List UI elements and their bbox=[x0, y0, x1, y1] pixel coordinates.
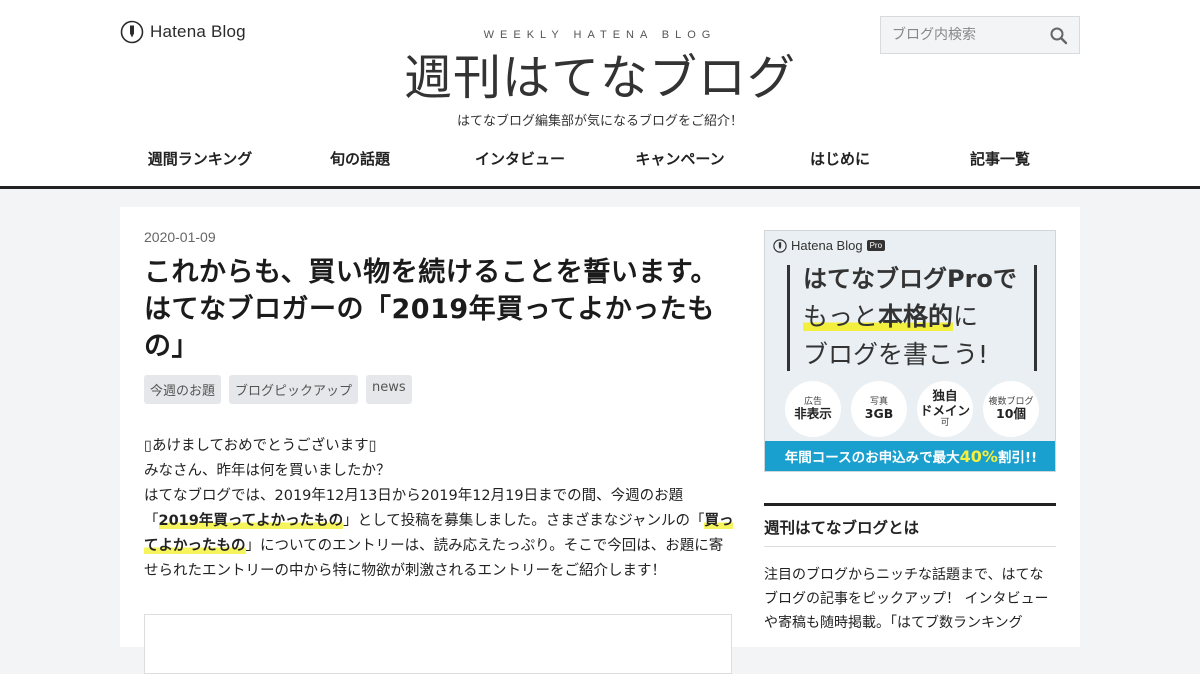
nav-item-article-list[interactable]: 記事一覧 bbox=[920, 148, 1080, 169]
feature-photo-storage: 写真 3GB bbox=[851, 381, 907, 437]
ad-discount-text: 割引!! bbox=[997, 450, 1038, 466]
ad-headline-1: はてなブログProで bbox=[803, 265, 1017, 293]
ad-divider bbox=[1034, 265, 1037, 371]
feature-value: 10個 bbox=[996, 405, 1026, 421]
ad-divider bbox=[787, 265, 790, 371]
tag-weekly-topic[interactable]: 今週のお題 bbox=[144, 375, 222, 404]
entry-article: 2020-01-09 これからも、買い物を続けることを誓います。はてなブロガーの… bbox=[144, 229, 734, 584]
ad-text-bold: 本格的 bbox=[878, 302, 954, 331]
body-paragraph: みなさん、昨年は何を買いましたか？ bbox=[144, 463, 391, 479]
tag-news[interactable]: news bbox=[366, 375, 412, 404]
ad-discount-bar: 年間コースのお申込みで最大 40% 割引!! bbox=[765, 441, 1055, 471]
nav-item-trending-topics[interactable]: 旬の話題 bbox=[280, 148, 440, 169]
body-paragraph: はてなブログでは、2019年12月13日から2019年12月19日までの間、今週… bbox=[144, 484, 734, 584]
body-paragraph: ▯あけましておめでとうございます▯ bbox=[144, 434, 734, 459]
ad-logo-text: Hatena Blog bbox=[791, 238, 863, 253]
ad-discount-text: 年間コースのお申込みで最大 bbox=[784, 450, 960, 466]
nav-item-weekly-ranking[interactable]: 週間ランキング bbox=[120, 148, 280, 169]
sidebar: Hatena Blog Pro はてなブログProで もっと本格的に ブログを書… bbox=[764, 230, 1056, 635]
feature-value: 3GB bbox=[864, 405, 894, 421]
feature-value: 独自 ドメイン bbox=[919, 388, 970, 418]
entry-title[interactable]: これからも、買い物を続けることを誓います。はてなブロガーの「2019年買ってよか… bbox=[144, 254, 734, 365]
ad-text: もっと bbox=[803, 302, 879, 331]
entry-date[interactable]: 2020-01-09 bbox=[144, 229, 734, 245]
search-input[interactable] bbox=[881, 17, 1041, 53]
global-nav: 週間ランキング 旬の話題 インタビュー キャンペーン はじめに 記事一覧 bbox=[120, 148, 1080, 169]
about-text: 注目のブログからニッチな話題まで、はてなブログの記事をピックアップ！ インタビュ… bbox=[764, 567, 1049, 631]
highlight-link[interactable]: 2019年買ってよかったもの bbox=[158, 513, 344, 529]
entry-body: ▯あけましておめでとうございます▯ みなさん、昨年は何を買いましたか？ はてなブ… bbox=[144, 434, 734, 584]
nav-item-interview[interactable]: インタビュー bbox=[440, 148, 600, 169]
feature-custom-domain: 独自 ドメイン 可 bbox=[917, 381, 973, 437]
body-text: 」として投稿を募集しました。さまざまなジャンルの「 bbox=[343, 513, 705, 529]
pro-badge: Pro bbox=[866, 240, 886, 251]
about-section: 週刊はてなブログとは 注目のブログからニッチな話題まで、はてなブログの記事をピッ… bbox=[764, 503, 1056, 635]
about-title: 週刊はてなブログとは bbox=[764, 506, 1056, 547]
ad-headline-3: ブログを書こう! bbox=[803, 340, 989, 369]
site-header: Hatena Blog WEEKLY HATENA BLOG 週刊はてなブログ … bbox=[0, 0, 1200, 189]
greeting-text: あけましておめでとうございます bbox=[151, 438, 369, 454]
tag-blog-pickup[interactable]: ブログピックアップ bbox=[229, 375, 359, 404]
content-card: 2020-01-09 これからも、買い物を続けることを誓います。はてなブロガーの… bbox=[120, 207, 1080, 674]
pro-banner-ad[interactable]: Hatena Blog Pro はてなブログProで もっと本格的に ブログを書… bbox=[764, 230, 1056, 472]
site-description: はてなブログ編集部が気になるブログをご紹介！ bbox=[456, 114, 743, 129]
hatena-pen-icon bbox=[773, 238, 787, 253]
search-icon[interactable] bbox=[1049, 26, 1069, 46]
search-box bbox=[880, 16, 1080, 54]
embedded-card[interactable] bbox=[144, 614, 732, 674]
ad-discount-percent: 40% bbox=[959, 446, 998, 466]
feature-multiple-blogs: 複数ブログ 10個 bbox=[983, 381, 1039, 437]
missing-glyph-icon: ▯ bbox=[368, 438, 377, 454]
nav-item-campaign[interactable]: キャンペーン bbox=[600, 148, 760, 169]
nav-item-introduction[interactable]: はじめに bbox=[760, 148, 920, 169]
ad-logo: Hatena Blog Pro bbox=[773, 238, 886, 253]
missing-glyph-icon: ▯ bbox=[144, 438, 152, 454]
ad-feature-list: 広告 非表示 写真 3GB 独自 ドメイン 可 複数ブログ 10個 bbox=[785, 381, 1039, 437]
feature-value: 非表示 bbox=[794, 405, 832, 421]
ad-headline-2: もっと本格的に bbox=[803, 297, 978, 333]
feature-no-ads: 広告 非表示 bbox=[785, 381, 841, 437]
ad-text: に bbox=[953, 302, 979, 331]
entry-tags: 今週のお題 ブログピックアップ news bbox=[144, 375, 734, 404]
feature-caption: 可 bbox=[940, 418, 950, 429]
